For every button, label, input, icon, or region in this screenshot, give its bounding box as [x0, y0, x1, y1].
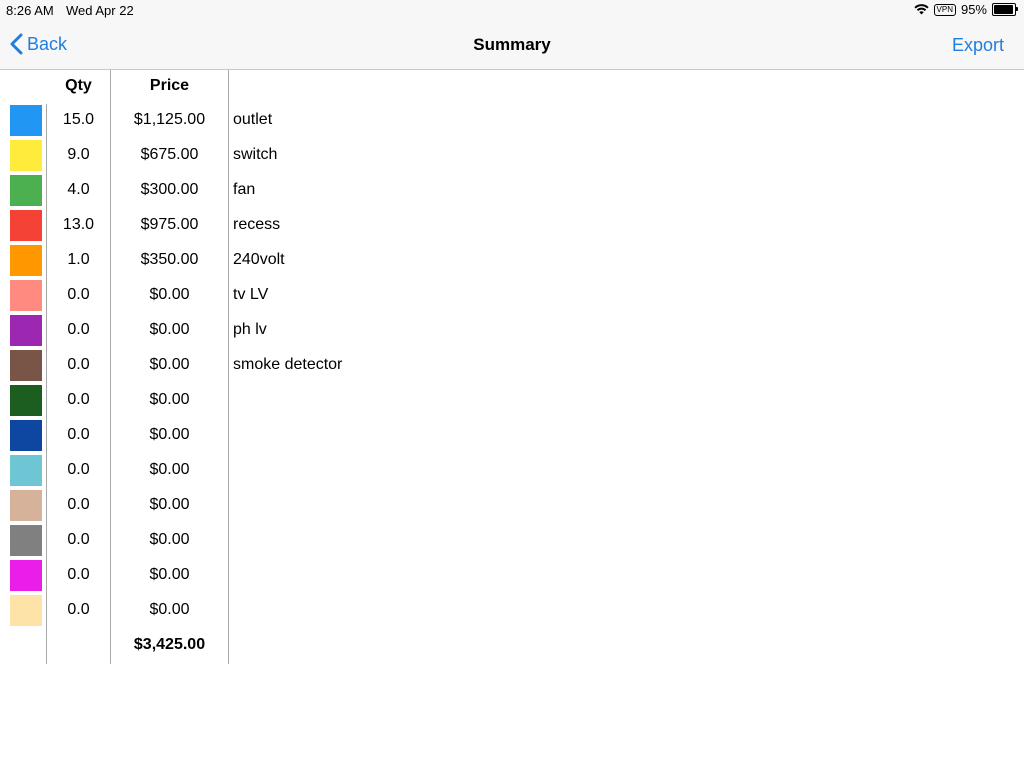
item-name-cell: tv LV: [233, 286, 269, 303]
table-row[interactable]: 13.0 $975.00 recess: [0, 208, 1024, 243]
price-cell: $0.00: [149, 356, 190, 373]
color-swatch: [10, 560, 42, 591]
item-name-cell: fan: [233, 181, 256, 198]
qty-cell: 0.0: [67, 531, 90, 548]
color-swatch: [10, 455, 42, 486]
price-cell: $300.00: [140, 181, 199, 198]
table-row[interactable]: 1.0 $350.00 240volt: [0, 243, 1024, 278]
price-cell: $0.00: [149, 426, 190, 443]
price-cell: $0.00: [149, 496, 190, 513]
price-cell: $975.00: [140, 216, 199, 233]
navigation-bar: Back Summary Export: [0, 20, 1024, 70]
table-row[interactable]: 0.0 $0.00 ph lv: [0, 313, 1024, 348]
table-row[interactable]: 4.0 $300.00 fan: [0, 173, 1024, 208]
battery-percent: 95%: [960, 2, 987, 17]
table-row[interactable]: 0.0 $0.00: [0, 488, 1024, 523]
price-cell: $1,125.00: [133, 111, 206, 128]
qty-cell: 9.0: [67, 146, 90, 163]
color-swatch: [10, 350, 42, 381]
qty-cell: 0.0: [67, 286, 90, 303]
qty-cell: 0.0: [67, 566, 90, 583]
qty-cell: 0.0: [67, 356, 90, 373]
color-swatch: [10, 595, 42, 626]
price-cell: $0.00: [149, 566, 190, 583]
color-swatch: [10, 315, 42, 346]
table-row[interactable]: 0.0 $0.00: [0, 383, 1024, 418]
color-swatch: [10, 420, 42, 451]
total-price: $3,425.00: [133, 636, 206, 653]
battery-icon: [992, 3, 1018, 16]
item-name-cell: 240volt: [233, 251, 285, 268]
item-name-cell: outlet: [233, 111, 273, 128]
color-swatch: [10, 175, 42, 206]
color-swatch: [10, 525, 42, 556]
table-row[interactable]: 0.0 $0.00 smoke detector: [0, 348, 1024, 383]
qty-cell: 1.0: [67, 251, 90, 268]
price-cell: $350.00: [140, 251, 199, 268]
table-row[interactable]: 0.0 $0.00: [0, 558, 1024, 593]
price-cell: $0.00: [149, 601, 190, 618]
qty-cell: 15.0: [62, 111, 95, 128]
price-cell: $0.00: [149, 531, 190, 548]
status-time: 8:26 AM: [6, 3, 54, 18]
table-row[interactable]: 0.0 $0.00 tv LV: [0, 278, 1024, 313]
status-indicators: VPN 95%: [913, 2, 1018, 17]
qty-cell: 0.0: [67, 321, 90, 338]
battery-level: [994, 5, 1013, 14]
table-row[interactable]: 0.0 $0.00: [0, 418, 1024, 453]
color-swatch: [10, 140, 42, 171]
qty-cell: 0.0: [67, 601, 90, 618]
price-cell: $0.00: [149, 286, 190, 303]
table-row[interactable]: 0.0 $0.00: [0, 453, 1024, 488]
price-cell: $0.00: [149, 391, 190, 408]
qty-cell: 4.0: [67, 181, 90, 198]
color-swatch: [10, 280, 42, 311]
color-swatch: [10, 105, 42, 136]
status-date: Wed Apr 22: [66, 3, 134, 18]
table-row[interactable]: 0.0 $0.00: [0, 523, 1024, 558]
price-header: Price: [149, 77, 190, 94]
export-button[interactable]: Export: [952, 35, 1004, 56]
qty-cell: 13.0: [62, 216, 95, 233]
color-swatch: [10, 245, 42, 276]
vpn-badge: VPN: [933, 3, 956, 16]
qty-header: Qty: [65, 77, 92, 94]
qty-cell: 0.0: [67, 391, 90, 408]
qty-cell: 0.0: [67, 496, 90, 513]
color-swatch: [10, 210, 42, 241]
price-cell: $0.00: [149, 321, 190, 338]
qty-cell: 0.0: [67, 426, 90, 443]
page-title: Summary: [473, 35, 551, 54]
item-name-cell: switch: [233, 146, 278, 163]
table-row[interactable]: 0.0 $0.00: [0, 593, 1024, 628]
price-cell: $0.00: [149, 461, 190, 478]
item-name-cell: smoke detector: [233, 356, 343, 373]
wifi-icon: [913, 4, 929, 15]
price-cell: $675.00: [140, 146, 199, 163]
table-row[interactable]: 9.0 $675.00 switch: [0, 138, 1024, 173]
item-name-cell: recess: [233, 216, 281, 233]
summary-table: Qty Price 15.0 $1,125.00 outlet 9.0 $675.00 s…: [0, 70, 1024, 664]
table-row[interactable]: 15.0 $1,125.00 outlet: [0, 103, 1024, 138]
status-bar: 8:26 AM Wed Apr 22 VPN 95%: [0, 0, 1024, 20]
item-name-cell: ph lv: [233, 321, 267, 338]
color-swatch: [10, 385, 42, 416]
color-swatch: [10, 490, 42, 521]
qty-cell: 0.0: [67, 461, 90, 478]
